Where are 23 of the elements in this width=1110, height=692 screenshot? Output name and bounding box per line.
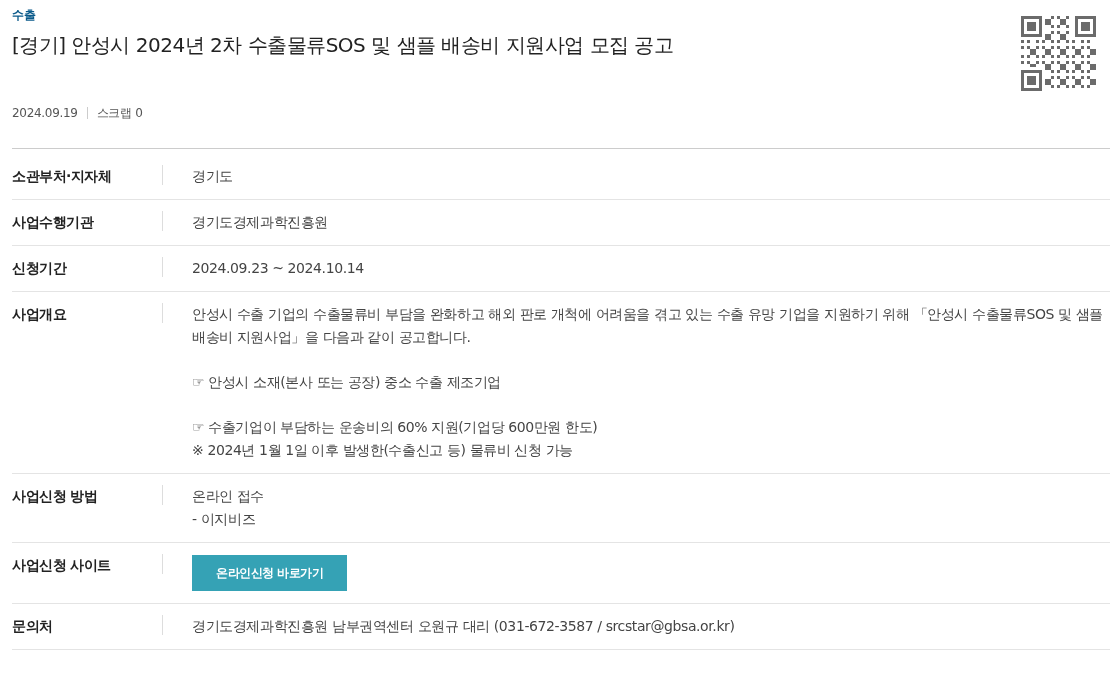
notice-title: [경기] 안성시 2024년 2차 수출물류SOS 및 샘플 배송비 지원사업 모집 공고: [12, 32, 674, 59]
scrap-count: 스크랩 0: [96, 104, 143, 122]
field-value: ☞ 수출기업이 부담하는 운송비의 60% 지원(기업당 600만원 한도): [192, 418, 599, 437]
qr-code-icon: [1021, 16, 1096, 91]
field-label: 사업수행기관: [12, 211, 163, 231]
field-value: 경기도: [192, 167, 234, 186]
field-value: 안성시 수출 기업의 수출물류비 부담을 완화하고 해외 판로 개척에 어려움을 겪고 있는 수출 유망 기업을 지원하기 위해 「안성시 수출물류SOS 및 샘플 배송비 지원사업」을 다음과 같이 공고합니다.: [192, 305, 1104, 347]
field-value: - 이지비즈: [192, 510, 257, 529]
field-label: 사업개요: [12, 303, 163, 323]
category-label: 수출: [12, 7, 37, 24]
field-label: 문의처: [12, 615, 163, 635]
field-label: 사업신청 방법: [12, 485, 163, 505]
post-date: 2024.09.19: [12, 106, 78, 120]
field-value: 2024.09.23 ~ 2024.10.14: [192, 259, 365, 278]
field-value: 온라인 접수: [192, 487, 266, 506]
field-label: 사업신청 사이트: [12, 554, 163, 574]
field-label: 신청기간: [12, 257, 163, 277]
field-value: ※ 2024년 1월 1일 이후 발생한(수출신고 등) 물류비 신청 가능: [192, 441, 574, 460]
field-value: 경기도경제과학진흥원 남부권역센터 오원규 대리 (031-672-3587 / srcstar@gbsa.or.kr): [192, 617, 736, 636]
field-value: ☞ 안성시 소재(본사 또는 공장) 중소 수출 제조기업: [192, 373, 503, 392]
field-label: 소관부처·지자체: [12, 165, 163, 185]
field-value: 경기도경제과학진흥원: [192, 213, 329, 232]
apply-online-button[interactable]: 온라인신청 바로가기: [192, 555, 348, 591]
